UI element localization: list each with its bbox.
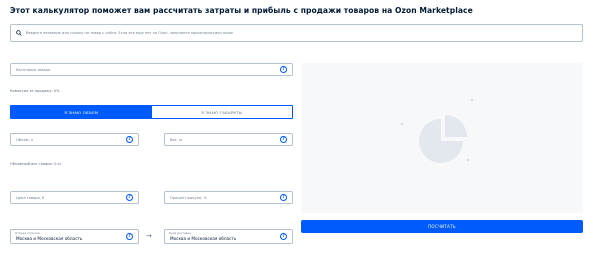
decor-dot [471, 99, 473, 101]
question-circle-icon[interactable]: ? [280, 66, 287, 73]
question-circle-icon[interactable]: ? [126, 136, 133, 143]
toggle-know-dimensions[interactable]: Я ЗНАЮ ГАБАРИТЫ [151, 106, 292, 118]
price-placeholder: Цена товара, ₽ [16, 195, 45, 200]
toggle-know-volume[interactable]: Я ЗНАЮ ОБЪЕМ [11, 106, 152, 118]
search-icon [16, 30, 22, 36]
calculate-button[interactable]: ПОСЧИТАТЬ [301, 220, 583, 233]
result-chart-panel [301, 63, 583, 213]
decor-dot [401, 123, 403, 125]
buyout-input[interactable]: Процент выкупа, % ? [164, 191, 293, 204]
ship-from-value: Москва и Московская область [16, 236, 83, 241]
arrow-right-icon: → [146, 232, 152, 240]
ship-from-select[interactable]: Откуда отгрузка Москва и Московская обла… [10, 229, 139, 244]
question-circle-icon[interactable]: ? [126, 194, 133, 201]
category-placeholder: Категория товара [16, 67, 51, 72]
volume-weight-note: Объемный вес товара: 0 кг [10, 162, 62, 166]
weight-input[interactable]: Вес, кг ? [164, 133, 293, 146]
ship-to-select[interactable]: Куда доставка Москва и Московская област… [164, 229, 293, 244]
search-placeholder: Введите название или ссылку на товар с с… [26, 31, 234, 35]
question-circle-icon[interactable]: ? [280, 233, 287, 240]
ship-to-label: Куда доставка [169, 231, 191, 235]
pie-chart-placeholder-icon [419, 115, 467, 163]
volume-placeholder: Объем, л [16, 137, 34, 142]
weight-placeholder: Вес, кг [170, 137, 183, 142]
buyout-placeholder: Процент выкупа, % [170, 195, 207, 200]
volume-input[interactable]: Объем, л ? [10, 133, 139, 146]
question-circle-icon[interactable]: ? [280, 194, 287, 201]
page-title: Этот калькулятор поможет вам рассчитать … [10, 6, 473, 15]
commission-note: Комиссия за продажу: 0% [10, 89, 60, 93]
ship-from-label: Откуда отгрузка [15, 231, 40, 235]
ship-to-value: Москва и Московская область [170, 236, 237, 241]
category-select[interactable]: Категория товара ? [10, 63, 293, 76]
question-circle-icon[interactable]: ? [126, 233, 133, 240]
measure-mode-toggle: Я ЗНАЮ ОБЪЕМ Я ЗНАЮ ГАБАРИТЫ [10, 105, 293, 119]
price-input[interactable]: Цена товара, ₽ ? [10, 191, 139, 204]
question-circle-icon[interactable]: ? [280, 136, 287, 143]
search-input[interactable]: Введите название или ссылку на товар с с… [10, 24, 583, 42]
